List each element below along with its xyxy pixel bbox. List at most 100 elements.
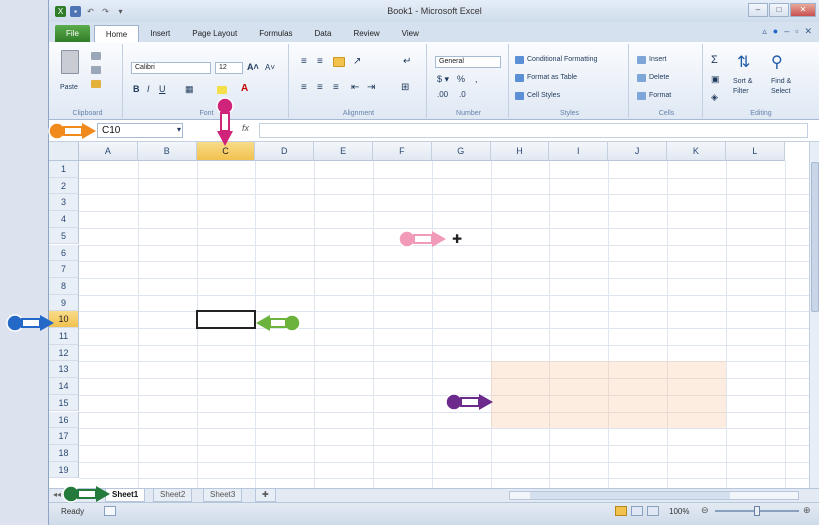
minimize-button[interactable]: – <box>748 3 768 17</box>
zoom-level[interactable]: 100% <box>669 507 689 516</box>
doc-restore-icon[interactable]: ▫ <box>795 26 798 37</box>
currency-icon[interactable]: $ ▾ <box>437 74 449 85</box>
doc-close-icon[interactable]: ✕ <box>804 26 812 37</box>
delete-cells-button[interactable]: Delete <box>649 74 669 81</box>
row-header-11[interactable]: 11 <box>49 328 79 345</box>
number-format-combo[interactable]: General <box>435 56 501 68</box>
save-icon[interactable]: ▪ <box>70 5 81 17</box>
cut-icon[interactable] <box>91 52 101 60</box>
tab-data[interactable]: Data <box>304 25 343 42</box>
row-header-15[interactable]: 15 <box>49 394 79 412</box>
undo-icon[interactable]: ↶ <box>85 6 96 17</box>
align-left-icon[interactable]: ≡ <box>301 82 307 93</box>
close-button[interactable]: ✕ <box>790 3 816 17</box>
format-painter-icon[interactable] <box>91 80 101 88</box>
merge-center-icon[interactable]: ⊞ <box>401 82 409 93</box>
column-header-e[interactable]: E <box>314 142 373 161</box>
row-header-17[interactable]: 17 <box>49 428 79 445</box>
row-header-14[interactable]: 14 <box>49 378 79 395</box>
increase-indent-icon[interactable]: ⇥ <box>367 82 375 93</box>
zoom-slider-thumb[interactable] <box>754 506 760 516</box>
bold-icon[interactable]: B <box>133 84 140 94</box>
page-layout-view-icon[interactable] <box>631 506 643 516</box>
wrap-text-icon[interactable]: ↵ <box>403 56 411 67</box>
column-header-k[interactable]: K <box>667 142 726 161</box>
column-header-b[interactable]: B <box>137 142 197 161</box>
autosum-icon[interactable]: Σ <box>711 54 718 66</box>
macro-record-icon[interactable] <box>104 506 116 516</box>
zoom-out-icon[interactable]: ⊖ <box>701 505 709 516</box>
doc-minimize-icon[interactable]: – <box>784 26 789 37</box>
normal-view-icon[interactable] <box>615 506 627 516</box>
underline-icon[interactable]: U <box>159 84 166 94</box>
align-right-icon[interactable]: ≡ <box>333 82 339 93</box>
paste-icon[interactable] <box>61 50 79 74</box>
row-header-16[interactable]: 16 <box>49 411 79 429</box>
row-header-19[interactable]: 19 <box>49 461 79 479</box>
minimize-ribbon-icon[interactable]: ▵ <box>762 26 767 37</box>
find-select-label[interactable]: Find & <box>771 78 791 85</box>
row-header-7[interactable]: 7 <box>49 261 79 278</box>
row-header-18[interactable]: 18 <box>49 444 79 462</box>
format-cells-button[interactable]: Format <box>649 92 671 99</box>
tab-insert[interactable]: Insert <box>139 25 181 42</box>
select-all-corner[interactable] <box>49 142 79 161</box>
middle-align-icon[interactable]: ≡ <box>317 56 323 67</box>
sheet-tab-2[interactable]: Sheet2 <box>153 489 193 502</box>
tab-page-layout[interactable]: Page Layout <box>181 25 248 42</box>
tab-file[interactable]: File <box>55 25 90 42</box>
column-header-d[interactable]: D <box>255 142 315 161</box>
worksheet-grid[interactable]: A B C D E F G H I J K L 1 2 3 4 5 6 7 8 9 10 11 12 13 14 15 16 17 18 1… <box>49 142 809 488</box>
column-header-f[interactable]: F <box>373 142 432 161</box>
tab-review[interactable]: Review <box>342 25 390 42</box>
percent-icon[interactable]: % <box>457 74 465 84</box>
zoom-in-icon[interactable]: ⊕ <box>803 505 811 516</box>
maximize-button[interactable]: □ <box>769 3 789 17</box>
customize-qat-icon[interactable]: ▾ <box>115 6 126 17</box>
find-select-label-2[interactable]: Select <box>771 88 790 95</box>
italic-icon[interactable]: I <box>147 84 150 94</box>
font-name-combo[interactable]: Calibri <box>131 62 211 74</box>
column-header-g[interactable]: G <box>431 142 491 161</box>
bottom-align-icon[interactable] <box>333 57 345 67</box>
row-header-12[interactable]: 12 <box>49 344 79 362</box>
grow-font-icon[interactable]: A˄ <box>247 62 259 72</box>
column-header-c[interactable]: C <box>196 142 256 161</box>
comma-icon[interactable]: , <box>475 74 478 84</box>
column-header-a[interactable]: A <box>79 142 138 161</box>
row-header-9[interactable]: 9 <box>49 294 79 312</box>
font-size-combo[interactable]: 12 <box>215 62 243 74</box>
row-header-10[interactable]: 10 <box>49 311 79 328</box>
column-header-l[interactable]: L <box>725 142 785 161</box>
copy-icon[interactable] <box>91 66 101 74</box>
row-header-6[interactable]: 6 <box>49 244 79 262</box>
help-icon[interactable]: ● <box>773 26 778 37</box>
insert-function-icon[interactable]: fx <box>242 123 249 133</box>
active-cell[interactable] <box>195 310 257 329</box>
sheet-nav-icon[interactable]: ◂◂ ◂ ▸ ▸▸ <box>53 490 84 499</box>
redo-icon[interactable]: ↷ <box>100 6 111 17</box>
paste-button[interactable]: Paste <box>60 84 78 91</box>
decrease-indent-icon[interactable]: ⇤ <box>351 82 359 93</box>
name-box[interactable]: C10 <box>97 123 183 138</box>
row-header-8[interactable]: 8 <box>49 277 79 295</box>
tab-view[interactable]: View <box>391 25 430 42</box>
row-header-1[interactable]: 1 <box>49 161 79 178</box>
orientation-icon[interactable]: ↗ <box>353 56 361 67</box>
decrease-decimal-icon[interactable]: .0 <box>459 90 466 99</box>
insert-cells-button[interactable]: Insert <box>649 56 667 63</box>
fill-color-icon[interactable] <box>217 86 227 94</box>
row-header-2[interactable]: 2 <box>49 177 79 195</box>
insert-sheet-icon[interactable]: ✚ <box>255 489 276 502</box>
name-box-dropdown-icon[interactable]: ▾ <box>177 125 181 134</box>
row-header-5[interactable]: 5 <box>49 227 79 245</box>
align-center-icon[interactable]: ≡ <box>317 82 323 93</box>
horizontal-scrollbar[interactable] <box>509 491 799 500</box>
top-align-icon[interactable]: ≡ <box>301 56 307 67</box>
tab-home[interactable]: Home <box>93 25 140 42</box>
borders-icon[interactable]: ▦ <box>185 84 194 95</box>
horizontal-scroll-thumb[interactable] <box>530 492 730 499</box>
sort-filter-label[interactable]: Sort & <box>733 78 752 85</box>
column-header-h[interactable]: H <box>490 142 550 161</box>
vertical-scrollbar[interactable] <box>809 142 819 488</box>
